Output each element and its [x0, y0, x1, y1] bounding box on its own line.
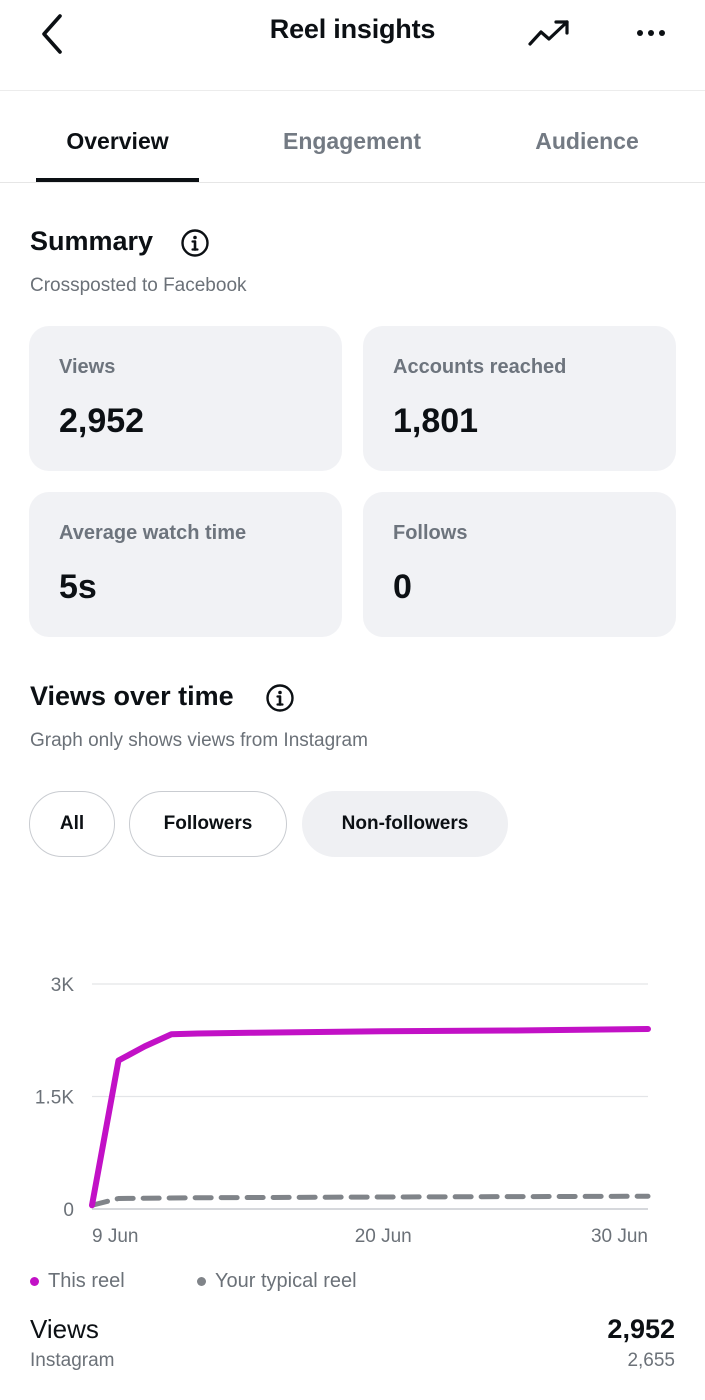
- trending-up-icon: [528, 20, 569, 46]
- active-tab-indicator: [36, 178, 199, 182]
- summary-subtitle: Crossposted to Facebook: [30, 275, 247, 296]
- summary-info-icon[interactable]: [180, 228, 210, 258]
- views-card: Views 2,952: [29, 326, 342, 471]
- filter-followers-chip[interactable]: Followers: [129, 791, 287, 857]
- views-total-label: Views: [30, 1314, 99, 1344]
- card-value: 2,952: [59, 402, 145, 440]
- card-label: Views: [59, 356, 116, 378]
- tab-engagement[interactable]: Engagement: [262, 128, 442, 155]
- x-tick-label: 30 Jun: [591, 1226, 648, 1247]
- legend-dot: [30, 1277, 39, 1286]
- views-total-value: 2,952: [607, 1314, 675, 1344]
- views-source-label: Instagram: [30, 1350, 115, 1371]
- card-label: Accounts reached: [393, 356, 567, 378]
- card-value: 0: [393, 568, 412, 606]
- insights-tabs: Overview Engagement Audience: [0, 90, 705, 183]
- trends-button[interactable]: [526, 14, 574, 54]
- top-bar: Reel insights: [0, 0, 705, 91]
- series-line-typical-reel: [89, 1193, 651, 1208]
- views-line-chart: 0 1.5K 3K 9 Jun 20 Jun 30 Jun: [35, 975, 651, 1247]
- card-label: Follows: [393, 522, 468, 544]
- legend-label: This reel: [48, 1270, 125, 1292]
- series-line-this-reel: [89, 1026, 651, 1209]
- average-watch-time-card: Average watch time 5s: [29, 492, 342, 637]
- y-tick-label: 0: [63, 1200, 74, 1221]
- more-options-button[interactable]: [630, 14, 672, 54]
- legend-typical-reel: Your typical reel: [197, 1270, 357, 1293]
- accounts-reached-card: Accounts reached 1,801: [363, 326, 676, 471]
- legend-label: Your typical reel: [215, 1270, 357, 1292]
- views-over-time-title: Views over time: [30, 681, 234, 711]
- tab-overview[interactable]: Overview: [36, 128, 199, 155]
- card-label: Average watch time: [59, 522, 247, 544]
- x-tick-label: 20 Jun: [355, 1226, 412, 1247]
- filter-non-followers-chip[interactable]: Non-followers: [302, 791, 508, 857]
- filter-all-chip[interactable]: All: [29, 791, 115, 857]
- y-tick-label: 1.5K: [35, 1088, 74, 1109]
- legend-this-reel: This reel: [30, 1270, 125, 1293]
- y-tick-label: 3K: [51, 975, 75, 996]
- legend-dot: [197, 1277, 206, 1286]
- more-horizontal-icon: [637, 30, 665, 36]
- views-instagram-value: 2,655: [627, 1350, 675, 1371]
- views-over-time-info-icon[interactable]: [265, 683, 295, 713]
- follows-card: Follows 0: [363, 492, 676, 637]
- card-value: 1,801: [393, 402, 479, 440]
- card-value: 5s: [59, 568, 97, 606]
- x-tick-label: 9 Jun: [92, 1226, 138, 1247]
- summary-title: Summary: [30, 226, 154, 256]
- tab-audience[interactable]: Audience: [507, 128, 667, 155]
- views-over-time-subtitle: Graph only shows views from Instagram: [30, 730, 368, 751]
- page-title: Reel insights: [269, 14, 436, 44]
